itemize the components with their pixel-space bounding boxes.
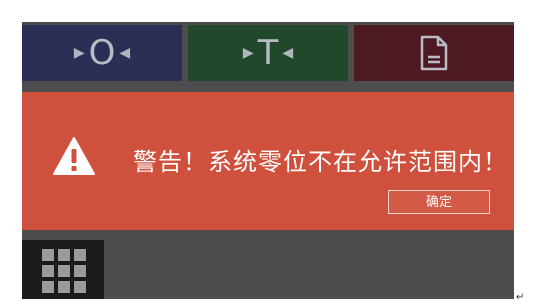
document-button[interactable] bbox=[354, 25, 514, 81]
bottom-toolbar bbox=[22, 238, 514, 299]
zero-icon: ▶ O ◀ bbox=[70, 36, 134, 70]
warning-dialog: 警告！系统零位不在允许范围内！ 确定 bbox=[22, 92, 514, 230]
zero-button[interactable]: ▶ O ◀ bbox=[22, 25, 182, 81]
menu-button[interactable] bbox=[22, 240, 104, 299]
top-toolbar: ▶ O ◀ ▶ T ◀ bbox=[22, 22, 514, 84]
triangle-left-icon: ◀ bbox=[119, 45, 131, 61]
triangle-right-icon: ▶ bbox=[242, 45, 254, 61]
grid-menu-icon bbox=[42, 249, 86, 293]
triangle-right-icon: ▶ bbox=[73, 45, 85, 61]
warning-message: 警告！系统零位不在允许范围内！ bbox=[133, 148, 508, 176]
tare-icon: ▶ T ◀ bbox=[239, 36, 297, 70]
tare-letter: T bbox=[257, 33, 279, 73]
document-icon bbox=[420, 35, 448, 71]
triangle-left-icon: ◀ bbox=[282, 45, 294, 61]
return-mark: ↵ bbox=[516, 292, 525, 303]
confirm-button[interactable]: 确定 bbox=[388, 190, 490, 214]
zero-letter: O bbox=[88, 33, 116, 73]
device-screen: ▶ O ◀ ▶ T ◀ 警告！系统零位不在允许范围内！ 确定 bbox=[22, 22, 514, 299]
warning-triangle-icon bbox=[53, 137, 95, 175]
tare-button[interactable]: ▶ T ◀ bbox=[188, 25, 348, 81]
